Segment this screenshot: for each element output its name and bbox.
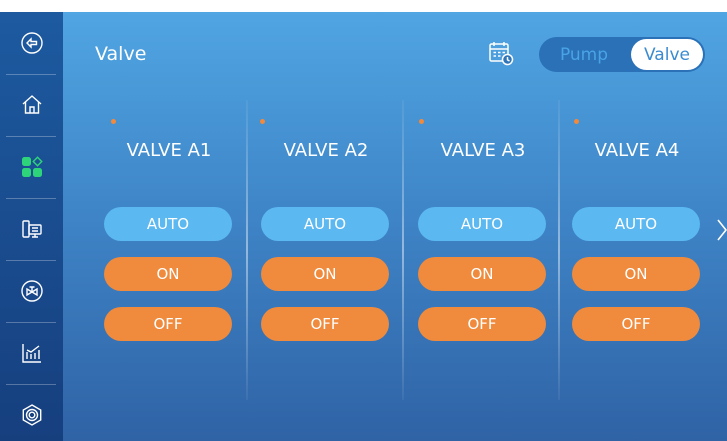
valve-card: VALVE A3 AUTO ON OFF — [418, 12, 558, 441]
back-icon — [20, 32, 43, 54]
valve-name: VALVE A3 — [440, 140, 526, 161]
valve-icon — [20, 280, 43, 302]
apps-icon — [21, 156, 43, 177]
auto-button[interactable]: AUTO — [572, 207, 700, 241]
valve-name: VALVE A1 — [126, 140, 212, 161]
sidebar-item-valve[interactable] — [0, 260, 63, 322]
off-button[interactable]: OFF — [104, 307, 232, 341]
sidebar-item-monitor[interactable] — [0, 198, 63, 260]
monitor-icon — [21, 220, 42, 238]
auto-button[interactable]: AUTO — [418, 207, 546, 241]
sidebar — [0, 12, 63, 441]
on-button[interactable]: ON — [572, 257, 700, 291]
off-button[interactable]: OFF — [572, 307, 700, 341]
on-button[interactable]: ON — [418, 257, 546, 291]
status-dot — [260, 119, 265, 124]
valve-card: VALVE A1 AUTO ON OFF — [104, 12, 244, 441]
column-divider — [402, 100, 404, 400]
valve-card: VALVE A2 AUTO ON OFF — [260, 12, 401, 441]
off-button[interactable]: OFF — [418, 307, 546, 341]
chart-icon — [21, 344, 41, 363]
valve-name: VALVE A4 — [594, 140, 680, 161]
valve-card: VALVE A4 AUTO ON OFF — [572, 12, 712, 441]
settings-icon — [22, 404, 41, 426]
status-dot — [111, 119, 116, 124]
chevron-right-icon[interactable] — [715, 217, 727, 243]
status-dot — [419, 119, 424, 124]
column-divider — [246, 100, 248, 400]
status-dot — [574, 119, 579, 124]
valve-name: VALVE A2 — [283, 140, 369, 161]
auto-button[interactable]: AUTO — [261, 207, 389, 241]
home-icon — [22, 95, 41, 114]
off-button[interactable]: OFF — [261, 307, 389, 341]
main-panel: Valve Pump Valve VALVE A1 AUTO ON OFF VA… — [63, 12, 727, 441]
sidebar-item-settings[interactable] — [0, 384, 63, 441]
sidebar-item-home[interactable] — [0, 74, 63, 136]
auto-button[interactable]: AUTO — [104, 207, 232, 241]
column-divider — [558, 100, 560, 400]
sidebar-item-apps[interactable] — [0, 136, 63, 198]
on-button[interactable]: ON — [104, 257, 232, 291]
sidebar-item-chart[interactable] — [0, 322, 63, 384]
app-frame: Valve Pump Valve VALVE A1 AUTO ON OFF VA… — [0, 12, 727, 441]
on-button[interactable]: ON — [261, 257, 389, 291]
sidebar-item-back[interactable] — [0, 12, 63, 74]
